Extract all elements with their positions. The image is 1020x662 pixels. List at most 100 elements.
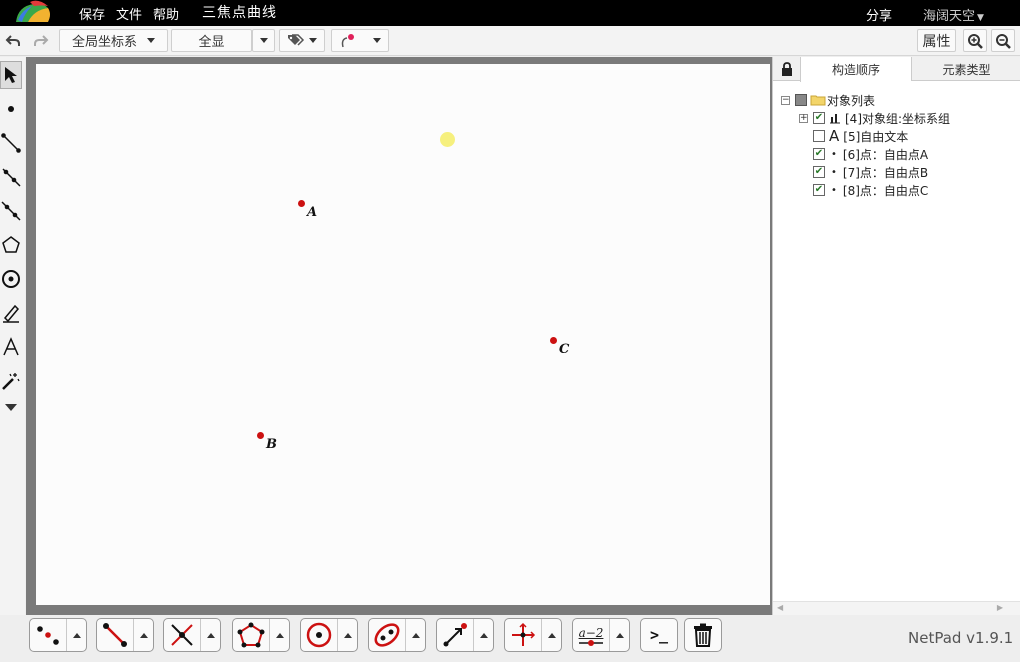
tree-item-free-text[interactable]: A [5]自由文本 (813, 127, 908, 145)
tab-construction-order[interactable]: 构造顺序 (800, 57, 911, 82)
point-b-checkbox[interactable]: ✔ (813, 166, 825, 178)
transform-tool-group[interactable] (436, 618, 494, 652)
custom-tool[interactable] (0, 367, 22, 395)
netpad-logo[interactable] (14, 0, 54, 24)
conic-tool-group[interactable] (368, 618, 426, 652)
segment-tool[interactable] (0, 129, 22, 157)
point-a[interactable] (298, 200, 305, 207)
tab-element-types-label: 元素类型 (942, 62, 991, 77)
coordinate-tool-group[interactable] (504, 618, 562, 652)
circle-tool[interactable] (0, 265, 22, 293)
tree-root[interactable]: − 对象列表 (781, 91, 875, 109)
point-b-label[interactable]: B (266, 437, 277, 452)
tree-root-label: 对象列表 (827, 93, 876, 108)
points-icon (37, 626, 59, 645)
undo-button[interactable] (2, 30, 24, 52)
point-a-label[interactable]: A (307, 205, 317, 220)
trace-tool-button[interactable] (331, 29, 389, 52)
point-c-checkbox[interactable]: ✔ (813, 184, 825, 196)
transform-tool-menu[interactable] (473, 619, 493, 651)
version-label: NetPad v1.9.1 (908, 629, 1014, 647)
select-tool[interactable] (0, 61, 22, 89)
tree-item-point-b[interactable]: ✔ • [7]点：自由点B (813, 163, 928, 181)
console-tool-button[interactable]: >_ (641, 619, 677, 651)
coord-system-select[interactable]: 全局坐标系 (59, 29, 168, 52)
polygon-tool-menu[interactable] (269, 619, 289, 651)
console-button[interactable]: >_ (640, 618, 678, 652)
free-text-checkbox[interactable] (813, 130, 825, 142)
tree-item-point-c[interactable]: ✔ • [8]点：自由点C (813, 181, 928, 199)
panel-lock-button[interactable] (773, 57, 800, 81)
pen-tool[interactable] (0, 299, 22, 327)
point-c[interactable] (550, 337, 557, 344)
tab-element-types[interactable]: 元素类型 (911, 57, 1020, 81)
points-tool-menu[interactable] (66, 619, 86, 651)
document-title[interactable]: 三焦点曲线 (202, 2, 277, 22)
zoom-in-button[interactable] (963, 29, 987, 52)
segment-tool-group[interactable] (96, 618, 154, 652)
text-tool[interactable] (0, 333, 22, 361)
circle-tool-group[interactable] (300, 618, 358, 652)
menu-help[interactable]: 帮助 (153, 4, 179, 23)
tree-item-point-a[interactable]: ✔ • [6]点：自由点A (813, 145, 928, 163)
intersection-tool-group[interactable] (163, 618, 221, 652)
segment-tool-button[interactable] (97, 619, 133, 651)
circle-tool-menu[interactable] (337, 619, 357, 651)
points-tool-button[interactable] (30, 619, 66, 651)
polygon-tool[interactable] (0, 231, 22, 259)
drawing-canvas[interactable]: A B C (36, 64, 770, 605)
coordinate-tool-button[interactable] (505, 619, 541, 651)
more-tools-button[interactable] (0, 393, 22, 421)
algebra-tool-menu[interactable] (609, 619, 629, 651)
zoom-out-icon (996, 33, 1011, 49)
properties-button[interactable]: 属性 (917, 29, 956, 52)
menu-save[interactable]: 保存 (79, 4, 105, 23)
panel-horizontal-scrollbar[interactable]: ◀ ▶ (773, 601, 1020, 615)
polygon-tool-button[interactable] (233, 619, 269, 651)
transform-tool-button[interactable] (437, 619, 473, 651)
tab-construction-order-label: 构造顺序 (831, 63, 880, 77)
algebra-tool-group[interactable]: a−2 (572, 618, 630, 652)
console-icon: >_ (649, 626, 669, 644)
ray-tool[interactable] (0, 163, 22, 191)
menu-file[interactable]: 文件 (116, 4, 142, 23)
points-tool-group[interactable] (29, 618, 87, 652)
show-all-dropdown[interactable] (252, 29, 275, 52)
intersection-tool-menu[interactable] (200, 619, 220, 651)
point-tool[interactable] (0, 95, 22, 123)
algebra-tool-button[interactable]: a−2 (573, 619, 609, 651)
point-c-label[interactable]: C (559, 342, 569, 357)
point-a-checkbox[interactable]: ✔ (813, 148, 825, 160)
conic-tool-button[interactable] (369, 619, 405, 651)
conic-tool-menu[interactable] (405, 619, 425, 651)
redo-button[interactable] (30, 30, 52, 52)
line-tool[interactable] (0, 197, 22, 225)
user-menu[interactable]: 海阔天空 ▼ (923, 5, 984, 24)
delete-button[interactable] (684, 618, 722, 652)
chevron-up-icon (343, 632, 352, 638)
chevron-up-icon (547, 632, 556, 638)
delete-tool-button[interactable] (685, 619, 721, 651)
tree-item-coord-group[interactable]: + ✔ [4]对象组:坐标系组 (799, 109, 950, 127)
bar-chart-icon (830, 113, 840, 123)
collapse-icon[interactable]: − (781, 95, 790, 105)
chevron-up-icon (411, 632, 420, 638)
expand-icon[interactable]: + (799, 113, 808, 123)
arrow-pointer-icon (5, 67, 17, 83)
polygon-icon (237, 622, 265, 648)
scroll-left-icon[interactable]: ◀ (777, 603, 783, 612)
label-tool-button[interactable] (279, 29, 325, 52)
polygon-tool-group[interactable] (232, 618, 290, 652)
coord-group-checkbox[interactable]: ✔ (813, 112, 825, 124)
chevron-down-icon (309, 38, 317, 43)
point-b[interactable] (257, 432, 264, 439)
share-button[interactable]: 分享 (866, 5, 892, 24)
zoom-out-button[interactable] (991, 29, 1015, 52)
show-all-button[interactable]: 全显 (171, 29, 252, 52)
root-checkbox[interactable] (795, 94, 807, 106)
segment-tool-menu[interactable] (133, 619, 153, 651)
intersection-tool-button[interactable] (164, 619, 200, 651)
scroll-right-icon[interactable]: ▶ (997, 603, 1003, 612)
circle-tool-button[interactable] (301, 619, 337, 651)
coordinate-tool-menu[interactable] (541, 619, 561, 651)
